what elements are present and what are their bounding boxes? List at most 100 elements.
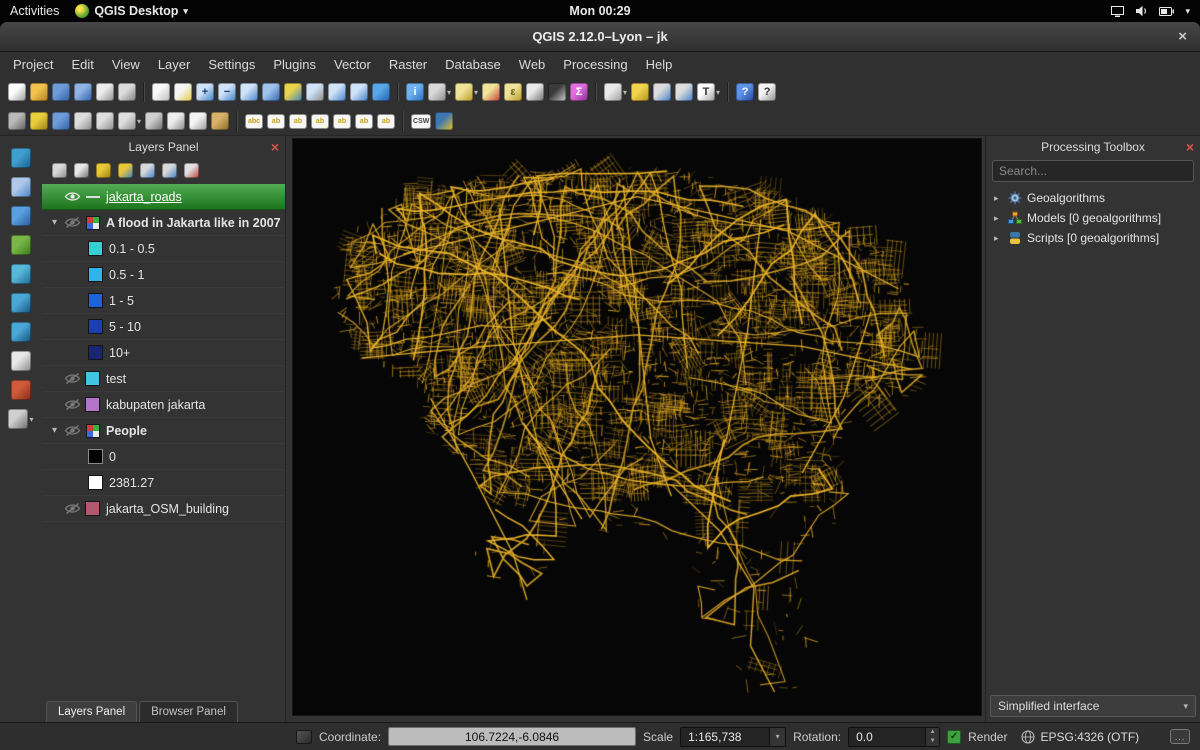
coordinate-input[interactable] [388, 727, 636, 746]
pan-to-selection-icon[interactable] [174, 83, 192, 101]
visibility-off-icon[interactable] [61, 502, 83, 515]
add-delimited-text-layer-icon[interactable] [11, 351, 31, 371]
text-annotation-icon[interactable]: T▾ [697, 83, 720, 101]
zoom-out-icon[interactable]: − [218, 83, 236, 101]
add-raster-layer-icon[interactable] [11, 177, 31, 197]
app-menu-button[interactable]: QGIS Desktop ▾ [75, 4, 188, 18]
zoom-to-layer-icon[interactable] [306, 83, 324, 101]
node-tool-icon[interactable]: ▾ [118, 112, 141, 130]
zoom-last-icon[interactable] [328, 83, 346, 101]
move-feature-icon[interactable] [96, 112, 114, 130]
layer-row[interactable]: 0.5 - 1 [42, 262, 285, 288]
layer-row[interactable]: 5 - 10 [42, 314, 285, 340]
paste-features-icon[interactable] [211, 112, 229, 130]
pan-map-icon[interactable] [152, 83, 170, 101]
zoom-native-icon[interactable] [240, 83, 258, 101]
collapse-all-icon[interactable] [162, 163, 177, 178]
activities-button[interactable]: Activities [10, 4, 59, 18]
layer-row[interactable]: 0 [42, 444, 285, 470]
add-wfs-layer-icon[interactable] [11, 322, 31, 342]
processing-tree-item[interactable]: ▸Models [0 geoalgorithms] [986, 208, 1200, 228]
expander-icon[interactable]: ▾ [48, 425, 61, 436]
add-feature-icon[interactable] [74, 112, 92, 130]
expand-arrow-icon[interactable]: ▸ [994, 193, 1003, 204]
expand-all-icon[interactable] [140, 163, 155, 178]
select-by-expression-icon[interactable]: ε [504, 83, 522, 101]
filter-legend-icon[interactable] [96, 163, 111, 178]
identify-icon[interactable]: i [406, 83, 424, 101]
layer-row[interactable]: ▾A flood in Jakarta like in 2007 [42, 210, 285, 236]
current-edits-icon[interactable] [8, 112, 26, 130]
map-refresh-icon[interactable] [372, 83, 390, 101]
menu-settings[interactable]: Settings [199, 54, 264, 75]
volume-icon[interactable] [1135, 5, 1148, 17]
label-settings-icon[interactable]: ab [377, 114, 395, 129]
layers-panel-close-button[interactable]: × [271, 140, 279, 154]
menu-processing[interactable]: Processing [554, 54, 636, 75]
toggle-extents-icon[interactable] [296, 730, 312, 744]
csw-icon[interactable]: CSW [411, 114, 431, 129]
attribute-table-icon[interactable] [526, 83, 544, 101]
composer-manager-icon[interactable] [118, 83, 136, 101]
rotation-spinbox[interactable]: 0.0 ▲▼ [848, 727, 940, 747]
add-oracle-layer-icon[interactable] [11, 380, 31, 400]
visibility-off-icon[interactable] [61, 424, 83, 437]
window-titlebar[interactable]: QGIS 2.12.0–Lyon – jk × [0, 22, 1200, 52]
menu-vector[interactable]: Vector [325, 54, 380, 75]
new-project-icon[interactable] [8, 83, 26, 101]
layer-row[interactable]: kabupaten jakarta [42, 392, 285, 418]
dropdown-arrow-icon[interactable]: ▾ [623, 88, 627, 97]
visibility-off-icon[interactable] [61, 372, 83, 385]
crs-status-button[interactable]: EPSG:4326 (OTF) [1014, 726, 1146, 748]
dropdown-arrow-icon[interactable]: ▾ [716, 88, 720, 97]
measure-icon[interactable]: ▾ [604, 83, 627, 101]
menu-project[interactable]: Project [4, 54, 62, 75]
label-icon[interactable]: abc [245, 114, 263, 129]
label-move-icon[interactable]: ab [311, 114, 329, 129]
menu-plugins[interactable]: Plugins [264, 54, 325, 75]
save-project-icon[interactable] [52, 83, 70, 101]
tab-browser-panel[interactable]: Browser Panel [139, 701, 238, 722]
deselect-features-icon[interactable] [482, 83, 500, 101]
zoom-to-selection-icon[interactable] [284, 83, 302, 101]
menu-view[interactable]: View [103, 54, 149, 75]
copy-features-icon[interactable] [189, 112, 207, 130]
label-rotate-icon[interactable]: ab [333, 114, 351, 129]
menu-raster[interactable]: Raster [380, 54, 436, 75]
dropdown-arrow-icon[interactable]: ▾ [137, 117, 141, 126]
delete-selected-icon[interactable] [145, 112, 163, 130]
layer-row[interactable]: test [42, 366, 285, 392]
open-project-icon[interactable] [30, 83, 48, 101]
add-wms-layer-icon[interactable] [11, 264, 31, 284]
visibility-off-icon[interactable] [61, 216, 83, 229]
layer-row[interactable]: 2381.27 [42, 470, 285, 496]
render-checkbox[interactable]: ✓ [947, 730, 961, 744]
expander-icon[interactable]: ▾ [48, 217, 61, 228]
processing-search-input[interactable] [992, 160, 1194, 182]
new-shapefile-layer-icon[interactable]: ▾ [8, 409, 33, 429]
menu-help[interactable]: Help [637, 54, 682, 75]
log-messages-icon[interactable]: ... [1170, 729, 1190, 744]
spinner-arrows-icon[interactable]: ▲▼ [925, 728, 939, 746]
statistics-icon[interactable]: Σ [570, 83, 588, 101]
select-features-icon[interactable]: ▾ [455, 83, 478, 101]
whats-this-icon[interactable]: ? [758, 83, 776, 101]
zoom-next-icon[interactable] [350, 83, 368, 101]
processing-tree-item[interactable]: ▸Geoalgorithms [986, 188, 1200, 208]
layer-row[interactable]: jakarta_OSM_building [42, 496, 285, 522]
menu-edit[interactable]: Edit [62, 54, 102, 75]
interface-mode-select[interactable]: Simplified interface ▾ [990, 695, 1196, 717]
dropdown-arrow-icon[interactable]: ▾ [474, 88, 478, 97]
scale-combo[interactable]: 1:165,738 ▾ [680, 727, 786, 747]
new-bookmark-icon[interactable] [653, 83, 671, 101]
zoom-full-icon[interactable] [262, 83, 280, 101]
add-wcs-layer-icon[interactable] [11, 293, 31, 313]
visibility-on-icon[interactable] [61, 190, 83, 203]
battery-icon[interactable] [1159, 7, 1174, 16]
layer-visibility-icon[interactable] [74, 163, 89, 178]
remove-layer-icon[interactable] [184, 163, 199, 178]
python-console-icon[interactable] [435, 112, 453, 130]
processing-toolbox-close-button[interactable]: × [1186, 140, 1194, 154]
zoom-in-icon[interactable]: + [196, 83, 214, 101]
layer-row[interactable]: ▾People [42, 418, 285, 444]
